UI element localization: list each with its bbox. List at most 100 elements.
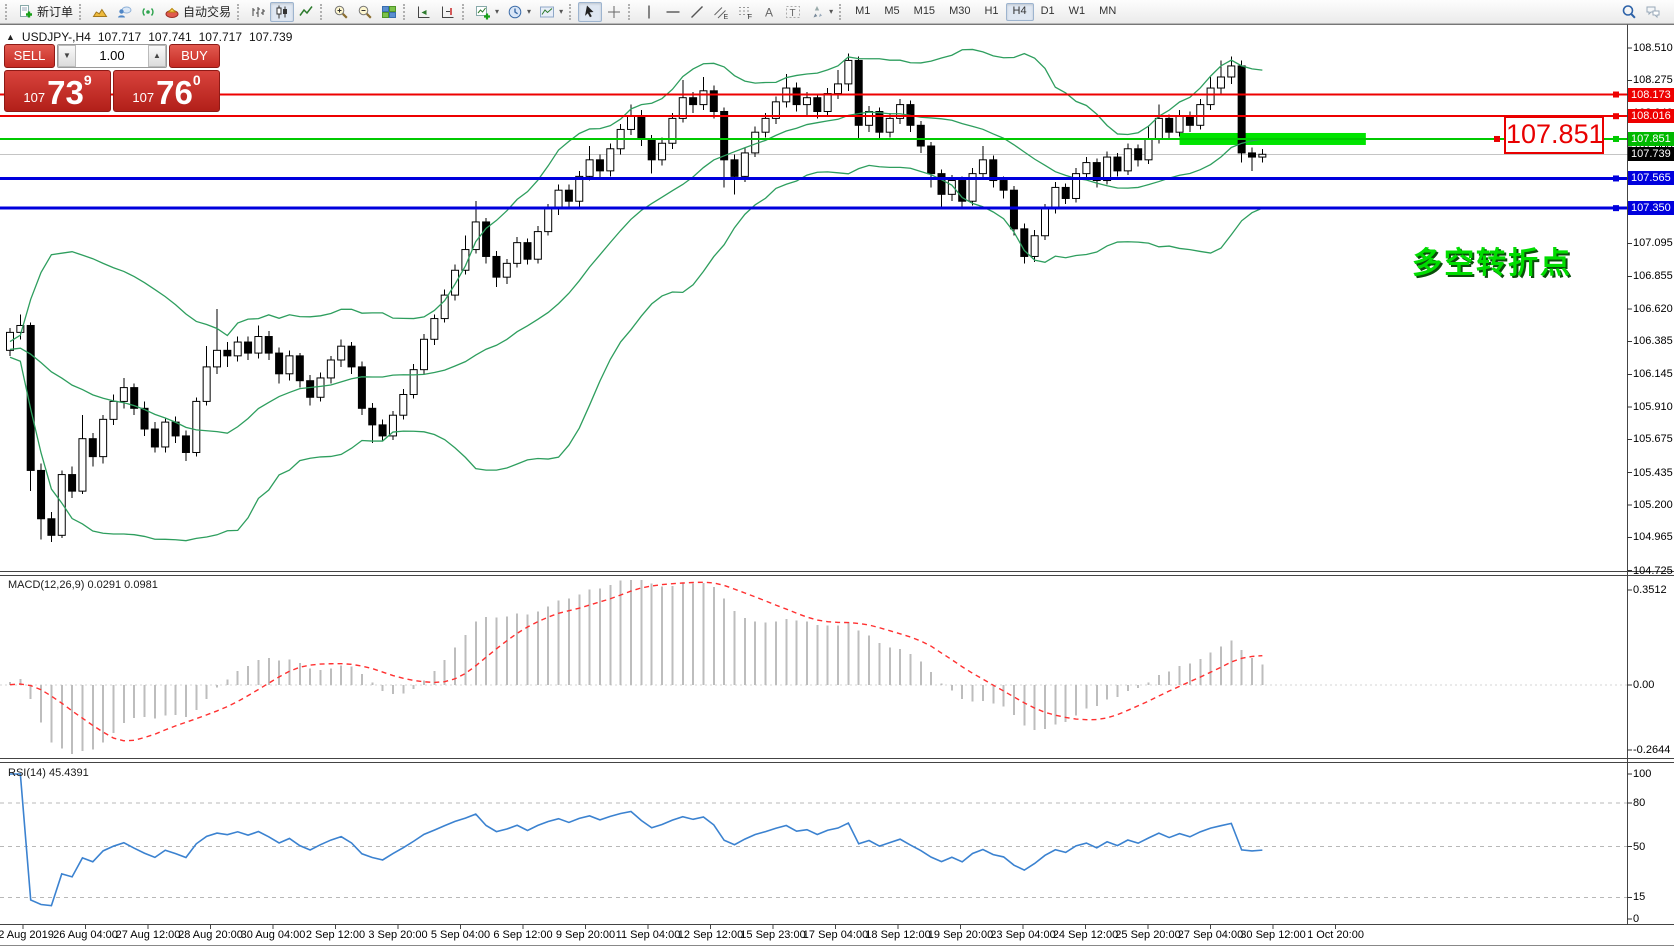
toolbar-search-button[interactable] xyxy=(1617,2,1641,22)
volume-input[interactable]: 1.00 xyxy=(76,45,148,67)
buy-price-prefix: 107 xyxy=(132,88,154,108)
horizontal-line-icon xyxy=(665,4,681,20)
timeframe-m15-button[interactable]: M15 xyxy=(907,3,942,21)
date-label: 5 Sep 04:00 xyxy=(431,929,490,941)
date-label: 28 Aug 20:00 xyxy=(178,929,243,941)
rsi-label: RSI(14) 45.4391 xyxy=(8,767,89,779)
date-label: 23 Sep 04:00 xyxy=(990,929,1055,941)
high-value: 107.741 xyxy=(148,30,191,44)
date-label: 6 Sep 12:00 xyxy=(493,929,552,941)
new-order-icon xyxy=(18,4,34,20)
price-tick-label: 105.435 xyxy=(1633,467,1673,479)
date-label: 9 Sep 20:00 xyxy=(556,929,615,941)
timeframe-m30-button[interactable]: M30 xyxy=(942,3,977,21)
volume-decrease-button[interactable]: ▼ xyxy=(58,45,76,67)
toolbar-auto-trading-label: 自动交易 xyxy=(183,3,231,20)
zoom-in-icon xyxy=(333,4,349,20)
date-label: 11 Sep 04:00 xyxy=(616,929,681,941)
symbol-period-label: USDJPY-,H4 xyxy=(22,30,91,44)
toolbar-bar-chart-button[interactable] xyxy=(246,2,270,22)
date-label: 25 Sep 20:00 xyxy=(1115,929,1180,941)
sell-price[interactable]: 107 73 9 xyxy=(4,70,111,112)
turning-point-note[interactable]: 多空转折点 xyxy=(1412,238,1572,282)
toolbar-new-chart-button[interactable]: ▾ xyxy=(471,2,503,22)
timeframe-m1-button[interactable]: M1 xyxy=(848,3,877,21)
toolbar-line-chart-button[interactable] xyxy=(294,2,318,22)
one-click-trade-panel: SELL ▼ 1.00 ▲ BUY 107 73 9 107 76 0 xyxy=(4,44,220,112)
toolbar-signals-button[interactable] xyxy=(136,2,160,22)
toolbar-equidistant-channel-button[interactable]: E xyxy=(709,2,733,22)
toolbar-tile-windows-button[interactable] xyxy=(377,2,401,22)
close-value: 107.739 xyxy=(249,30,292,44)
date-label: 30 Sep 12:00 xyxy=(1240,929,1305,941)
toolbar-new-order-button[interactable]: 新订单 xyxy=(14,2,77,22)
toolbar-grip xyxy=(320,4,325,20)
timeframe-m5-button[interactable]: M5 xyxy=(877,3,906,21)
toolbar-fibonacci-button[interactable]: F xyxy=(733,2,757,22)
chart-shift-icon xyxy=(440,4,456,20)
timeframe-w1-button[interactable]: W1 xyxy=(1062,3,1093,21)
dropdown-caret-icon: ▾ xyxy=(527,7,531,16)
price-tick-label: 104.965 xyxy=(1633,531,1673,543)
sell-price-big: 73 xyxy=(47,78,84,108)
macd-label: MACD(12,26,9) 0.0291 0.0981 xyxy=(8,579,158,591)
price-annotation-box[interactable]: 107.851 xyxy=(1504,116,1604,154)
toolbar-profiles-button[interactable]: ▾ xyxy=(503,2,535,22)
timeframe-h4-button[interactable]: H4 xyxy=(1006,3,1034,21)
volume-increase-button[interactable]: ▲ xyxy=(148,45,166,67)
toolbar-vertical-line-button[interactable] xyxy=(637,2,661,22)
toolbar-chart-shift-button[interactable] xyxy=(436,2,460,22)
candle-chart-icon xyxy=(274,4,290,20)
text-icon: A xyxy=(761,4,777,20)
price-tick-label: 106.855 xyxy=(1633,270,1673,282)
toolbar-cursor-button[interactable] xyxy=(578,2,602,22)
rsi-axis-label: 50 xyxy=(1633,841,1645,853)
toolbar-trendline-button[interactable] xyxy=(685,2,709,22)
vertical-line-icon xyxy=(641,4,657,20)
buy-price[interactable]: 107 76 0 xyxy=(113,70,220,112)
toolbar-candle-chart-button[interactable] xyxy=(270,2,294,22)
timeframe-h1-button[interactable]: H1 xyxy=(977,3,1005,21)
toolbar-auto-trading-button[interactable]: 自动交易 xyxy=(160,2,235,22)
toolbar-right-group xyxy=(1617,2,1665,22)
volume-stepper: ▼ 1.00 ▲ xyxy=(57,44,167,68)
toolbar-zoom-out-button[interactable] xyxy=(353,2,377,22)
price-badge-108.173: 108.173 xyxy=(1628,88,1674,102)
equidistant-channel-icon: E xyxy=(713,4,729,20)
date-label: 30 Aug 04:00 xyxy=(241,929,306,941)
line-chart-icon xyxy=(298,4,314,20)
toolbar-auto-scroll-button[interactable] xyxy=(412,2,436,22)
price-tick-label: 108.510 xyxy=(1633,42,1673,54)
text-label-icon: T xyxy=(785,4,801,20)
timeframe-mn-button[interactable]: MN xyxy=(1092,3,1123,21)
price-tick-label: 108.275 xyxy=(1633,74,1673,86)
price-tick-label: 106.145 xyxy=(1633,368,1673,380)
low-value: 107.717 xyxy=(199,30,242,44)
sell-button[interactable]: SELL xyxy=(4,44,55,68)
toolbar-horizontal-line-button[interactable] xyxy=(661,2,685,22)
toolbar-zoom-in-button[interactable] xyxy=(329,2,353,22)
toolbar-market-watch-button[interactable] xyxy=(88,2,112,22)
date-label: 2 Sep 12:00 xyxy=(306,929,365,941)
toolbar-grip xyxy=(839,4,844,20)
chart-canvas[interactable] xyxy=(0,0,1674,946)
toolbar-shapes-button[interactable]: ▾ xyxy=(805,2,837,22)
price-tick-label: 106.620 xyxy=(1633,303,1673,315)
toolbar-mql5-community-button[interactable] xyxy=(112,2,136,22)
date-label: 19 Sep 20:00 xyxy=(928,929,993,941)
timeframe-d1-button[interactable]: D1 xyxy=(1034,3,1062,21)
buy-button[interactable]: BUY xyxy=(169,44,220,68)
trendline-icon xyxy=(689,4,705,20)
market-watch-icon xyxy=(92,4,108,20)
dropdown-caret-icon: ▾ xyxy=(559,7,563,16)
toolbar-text-label-button[interactable]: T xyxy=(781,2,805,22)
toolbar-templates-button[interactable]: ▾ xyxy=(535,2,567,22)
collapse-icon[interactable]: ▲ xyxy=(6,32,15,42)
price-tick-label: 105.675 xyxy=(1633,433,1673,445)
price-tick-label: 107.095 xyxy=(1633,237,1673,249)
toolbar-crosshair-button[interactable] xyxy=(602,2,626,22)
toolbar-chat-button[interactable] xyxy=(1641,2,1665,22)
price-badge-107.565: 107.565 xyxy=(1628,171,1674,185)
toolbar-text-button[interactable]: A xyxy=(757,2,781,22)
macd-axis-label: 0.3512 xyxy=(1633,584,1667,596)
